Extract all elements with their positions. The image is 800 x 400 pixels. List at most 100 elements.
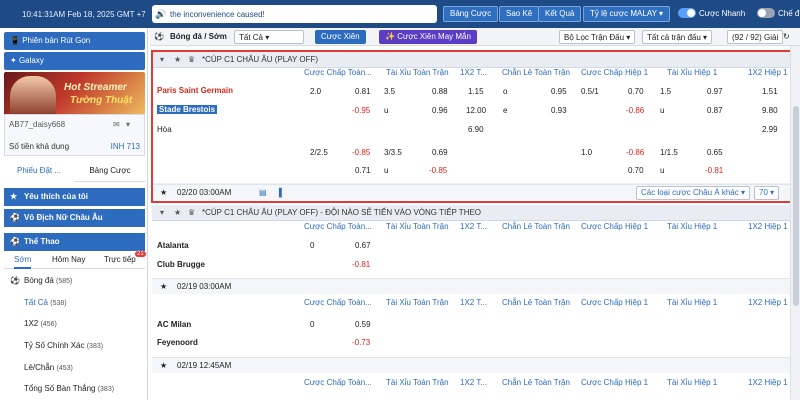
mobile-version-button[interactable]: 📱 Phiên bản Rút Gọn xyxy=(4,32,145,50)
hdp-line: 0 xyxy=(310,241,315,250)
collapse-icon[interactable]: ▾ xyxy=(160,205,164,221)
odds-cell[interactable]: 0.70 xyxy=(628,87,644,96)
odds-cell[interactable]: 9.80 xyxy=(762,106,778,115)
odds-cell[interactable]: -0.86 xyxy=(626,148,644,157)
banner-line1: Hot Streamer xyxy=(64,82,127,93)
collapse-icon[interactable]: ▾ xyxy=(160,52,164,68)
tab-live[interactable]: Trực tiếp xyxy=(104,251,136,269)
team-away: Stade Brestois xyxy=(157,105,218,114)
tab-early[interactable]: Sớm xyxy=(14,251,32,269)
odds-cell[interactable]: 0.88 xyxy=(432,87,448,96)
scoreboard-icon[interactable]: ▤ xyxy=(259,185,267,201)
odds-cell[interactable]: 0.67 xyxy=(355,241,371,250)
star-icon[interactable]: ★ xyxy=(174,205,181,221)
chevron-down-icon[interactable]: ▾ xyxy=(126,120,130,129)
bet-list-button[interactable]: Bảng Cược xyxy=(443,6,499,22)
odds-cell[interactable]: 6.90 xyxy=(468,125,484,134)
parlay-button[interactable]: Cược Xiên xyxy=(315,30,366,44)
item-label: Tổng Số Bàn Thắng xyxy=(24,384,96,393)
refresh-icon[interactable]: ↻ xyxy=(783,30,790,44)
list-item-odd-even[interactable]: Lẻ/Chẵn (453) xyxy=(4,363,145,372)
league-count[interactable]: (92 / 92) Giải xyxy=(727,30,784,44)
stats-icon[interactable]: ▐ xyxy=(276,185,282,201)
star-icon[interactable]: ★ xyxy=(160,185,167,201)
item-label: 1X2 xyxy=(24,319,39,328)
odds-cell[interactable]: -0.95 xyxy=(352,106,370,115)
hdp-line: 2/2.5 xyxy=(310,148,328,157)
col-handicap-h1: Cược Chấp Hiệp 1 xyxy=(581,378,649,387)
statement-button[interactable]: Sao Kê xyxy=(499,6,540,22)
vertical-scrollbar[interactable] xyxy=(790,46,800,400)
league-header[interactable]: ▾ ★ ♛ *CÚP C1 CHÂU ÂU (PLAY OFF) - ĐỘI N… xyxy=(152,205,800,221)
odds-cell[interactable]: 0.65 xyxy=(707,148,723,157)
odds-cell[interactable]: 0.70 xyxy=(628,166,644,175)
star-icon[interactable]: ★ xyxy=(160,358,167,374)
list-item-football[interactable]: ⚽ Bóng đá (585) xyxy=(4,276,145,285)
odds-cell[interactable]: 0.69 xyxy=(432,148,448,157)
streamer-banner[interactable]: Hot Streamer Tường Thuật xyxy=(4,72,145,118)
lucky-parlay-button[interactable]: ✨ Cược Xiên May Mắn xyxy=(379,30,477,44)
tab-betslip[interactable]: Phiếu Đặt ... xyxy=(4,160,74,182)
trophy-icon: ♛ xyxy=(188,55,196,64)
column-headers: Cược Chấp Toàn... Tài Xỉu Toàn Trận 1X2 … xyxy=(152,222,800,234)
quick-bet-toggle[interactable] xyxy=(678,8,696,18)
odds-cell[interactable]: 0.95 xyxy=(551,87,567,96)
ou-h1-line: 1.5 xyxy=(660,87,672,96)
odds-cell[interactable]: -0.81 xyxy=(705,166,723,175)
odds-cell[interactable]: 0.97 xyxy=(707,87,723,96)
balance-label: Số tiền khả dụng xyxy=(9,142,70,151)
col-handicap-h1: Cược Chấp Hiệp 1 xyxy=(581,298,649,307)
odds-cell[interactable]: -0.73 xyxy=(352,338,370,347)
list-item-total-goals[interactable]: Tổng Số Bàn Thắng (383) xyxy=(4,384,145,393)
odds-cell[interactable]: 0.87 xyxy=(707,106,723,115)
col-1x2-h1: 1X2 Hiệp 1 xyxy=(748,298,788,307)
col-over-under-h1: Tài Xỉu Hiệp 1 xyxy=(667,222,718,231)
odds-cell[interactable]: 0.81 xyxy=(355,87,371,96)
odds-type-select[interactable]: Tỷ lệ cược MALAY ▾ xyxy=(583,6,671,22)
odds-cell[interactable]: 2.99 xyxy=(762,125,778,134)
favorites-bar[interactable]: ★ Yêu thích của tôi xyxy=(4,188,145,206)
odds-cell[interactable]: -0.85 xyxy=(352,148,370,157)
sport-time-tabs: Sớm Hôm Nay Trực tiếp 21 xyxy=(4,251,146,269)
scroll-thumb[interactable] xyxy=(793,106,799,306)
more-bets-count[interactable]: 70 ▾ xyxy=(754,186,780,200)
odds-cell[interactable]: -0.85 xyxy=(429,166,447,175)
women-euro-bar[interactable]: ⚽ Vô Địch Nữ Châu Âu xyxy=(4,209,145,227)
odds-cell[interactable]: 0.96 xyxy=(432,106,448,115)
league-title: *CÚP C1 CHÂU ÂU (PLAY OFF) xyxy=(202,55,319,64)
match-filter-select[interactable]: Bộ Lọc Trận Đấu ▾ xyxy=(559,30,636,44)
odds-cell[interactable]: 12.00 xyxy=(466,106,486,115)
list-item-correct-score[interactable]: Tỷ Số Chính Xác (383) xyxy=(4,341,145,350)
sports-bar[interactable]: ⚽ Thể Thao xyxy=(4,233,145,251)
star-icon[interactable]: ★ xyxy=(160,279,167,295)
tab-bet-list[interactable]: Bảng Cược xyxy=(76,160,144,182)
odds-cell[interactable]: 0.59 xyxy=(355,320,371,329)
odds-cell[interactable]: 0.93 xyxy=(551,106,567,115)
odds-cell[interactable]: 0.71 xyxy=(355,166,371,175)
col-1x2-h1: 1X2 Hiệp 1 xyxy=(748,222,788,231)
odds-cell[interactable]: 1.51 xyxy=(762,87,778,96)
results-button[interactable]: Kết Quả xyxy=(538,6,582,22)
more-bets-select[interactable]: Các loại cược Châu Á khác ▾ xyxy=(636,186,750,200)
mobile-version-label: Phiên bản Rút Gọn xyxy=(22,36,91,45)
all-matches-select[interactable]: Tất cả trận đấu ▾ xyxy=(642,30,713,44)
col-over-under: Tài Xỉu Toàn Trận xyxy=(386,68,449,77)
odds-cell[interactable]: 1.15 xyxy=(468,87,484,96)
mode-toggle[interactable] xyxy=(757,8,775,18)
streamer-image xyxy=(10,76,56,116)
quick-bet-label: Cược Nhanh xyxy=(699,9,746,18)
galaxy-label: Galaxy xyxy=(18,56,44,65)
league-header[interactable]: ▾ ★ ♛ *CÚP C1 CHÂU ÂU (PLAY OFF) xyxy=(152,52,800,68)
star-icon[interactable]: ★ xyxy=(174,52,181,68)
list-item-all[interactable]: Tất Cả (538) xyxy=(4,298,145,307)
odds-cell[interactable]: -0.81 xyxy=(352,260,370,269)
odds-cell[interactable]: -0.86 xyxy=(626,106,644,115)
scope-select[interactable]: Tất Cả ▾ xyxy=(234,30,304,44)
mail-icon[interactable]: ✉ xyxy=(113,120,120,129)
tab-today[interactable]: Hôm Nay xyxy=(52,251,85,269)
league-title: *CÚP C1 CHÂU ÂU (PLAY OFF) - ĐỘI NÀO SẼ … xyxy=(202,208,482,217)
list-item-1x2[interactable]: 1X2 (456) xyxy=(4,319,145,328)
match-footer: ★ 02/20 03:00AM ▤ ▐ Các loại cược Châu Á… xyxy=(152,184,800,200)
galaxy-button[interactable]: ✦ Galaxy xyxy=(4,52,145,70)
ou-line: 3.5 xyxy=(384,87,396,96)
